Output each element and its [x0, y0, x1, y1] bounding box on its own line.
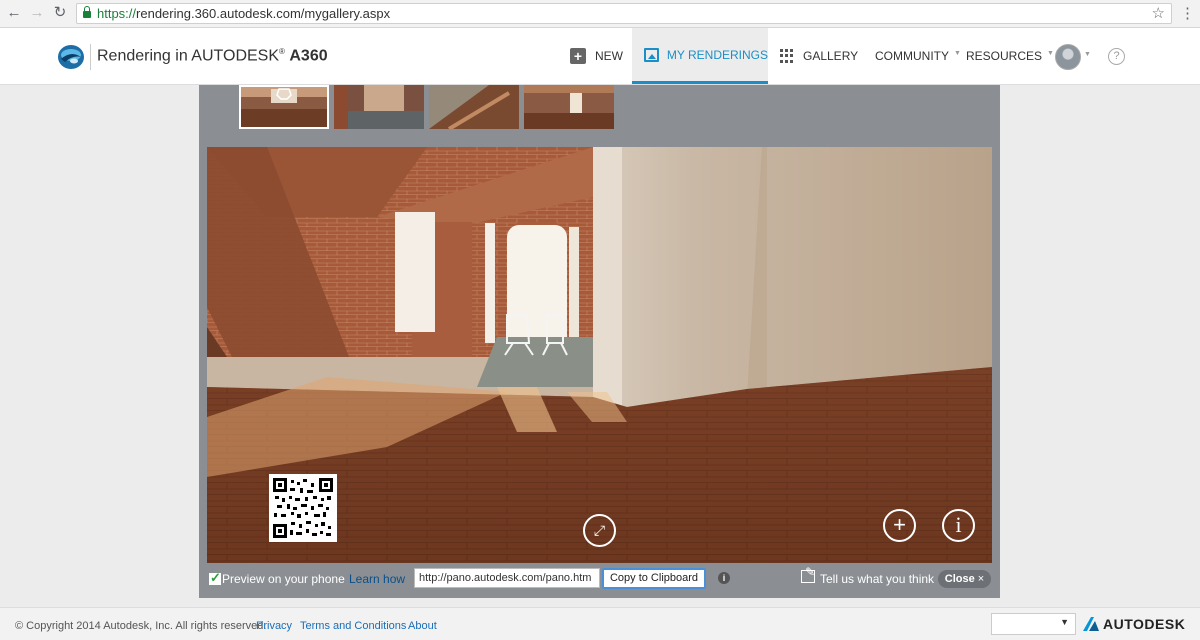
checkbox-icon[interactable] [209, 570, 221, 586]
chevron-down-icon[interactable]: ▼ [1084, 51, 1091, 58]
thumbnail[interactable] [524, 85, 614, 129]
grid-icon [780, 49, 794, 63]
nav-community[interactable]: COMMUNITY ▼ [875, 28, 961, 84]
chevron-down-icon: ▼ [1047, 49, 1054, 57]
address-bar[interactable]: https://rendering.360.autodesk.com/mygal… [76, 3, 1172, 24]
privacy-link[interactable]: Privacy [256, 620, 292, 632]
preview-label: Preview on your phone [222, 572, 345, 586]
forward-arrow-icon[interactable]: → [27, 3, 47, 23]
browser-toolbar: ← → ↻ https://rendering.360.autodesk.com… [0, 0, 1200, 28]
panorama-view[interactable]: ⤢ + i [207, 147, 992, 563]
autodesk-logo-icon [1083, 617, 1099, 631]
autodesk-wordmark: AUTODESK [1103, 616, 1186, 632]
pano-url-field[interactable] [414, 568, 600, 588]
image-icon [644, 47, 659, 62]
a360-logo-icon[interactable] [57, 44, 85, 70]
chevron-down-icon: ▼ [954, 49, 961, 57]
thumbnail[interactable] [239, 85, 329, 129]
page-footer: © Copyright 2014 Autodesk, Inc. All righ… [0, 607, 1200, 640]
copyright-text: © Copyright 2014 Autodesk, Inc. All righ… [15, 620, 267, 632]
thumbnail[interactable] [429, 85, 519, 131]
feedback-link[interactable]: Tell us what you think [820, 572, 934, 586]
share-bar: Preview on your phone Learn how Copy to … [207, 565, 992, 591]
learn-how-link[interactable]: Learn how [349, 572, 405, 586]
nav-new[interactable]: + NEW [570, 28, 623, 84]
terms-link[interactable]: Terms and Conditions [300, 620, 406, 632]
nav-resources[interactable]: RESOURCES ▼ [966, 28, 1054, 84]
zoom-in-icon[interactable]: + [883, 509, 916, 542]
help-icon[interactable]: ? [1108, 48, 1125, 65]
nav-my-renderings[interactable]: MY RENDERINGS [632, 28, 768, 84]
qr-code [269, 474, 337, 542]
plus-box-icon: + [570, 48, 586, 64]
bookmark-star-icon[interactable]: ☆ [1152, 4, 1165, 22]
fullscreen-icon[interactable]: ⤢ [583, 514, 616, 547]
info-icon[interactable]: i [942, 509, 975, 542]
about-link[interactable]: About [408, 620, 437, 632]
app-header: Rendering in AUTODESK® A360 + NEW MY REN… [0, 28, 1200, 85]
brand-title[interactable]: Rendering in AUTODESK® A360 [97, 47, 328, 65]
browser-menu-icon[interactable]: ⋮ [1180, 4, 1195, 22]
close-button[interactable]: Close × [938, 570, 991, 588]
info-icon[interactable]: i [718, 572, 730, 584]
user-avatar[interactable] [1055, 44, 1081, 70]
close-icon: × [977, 573, 985, 585]
back-arrow-icon[interactable]: ← [4, 3, 24, 23]
rendering-viewer: ⤢ + i Preview on your phone Learn how Co… [199, 85, 1000, 598]
reload-icon[interactable]: ↻ [50, 3, 70, 23]
nav-gallery[interactable]: GALLERY [780, 28, 858, 84]
chevron-down-icon: ▼ [1060, 617, 1069, 627]
edit-feedback-icon[interactable] [801, 565, 815, 583]
thumbnail[interactable] [334, 85, 424, 129]
brand-divider [90, 44, 91, 70]
address-text: https://rendering.360.autodesk.com/mygal… [97, 6, 391, 21]
lock-icon [83, 6, 91, 18]
language-select[interactable]: ▼ [991, 613, 1076, 635]
copy-to-clipboard-button[interactable]: Copy to Clipboard [602, 568, 706, 589]
